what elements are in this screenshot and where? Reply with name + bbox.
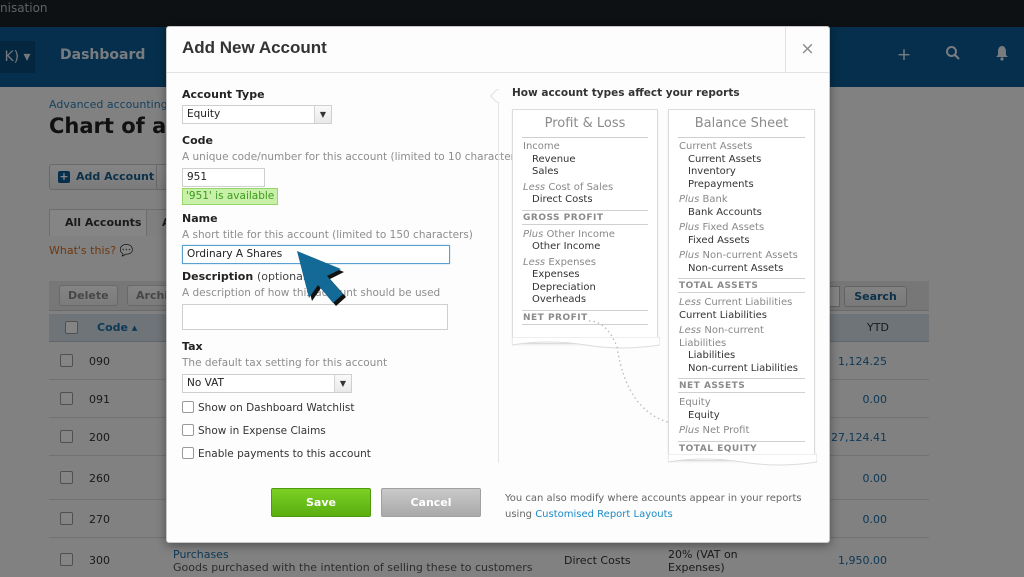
plus-prefix: Plus [679,222,700,233]
name-hint: A short title for this account (limited … [182,229,473,241]
pnl-overheads: Overheads [532,294,587,305]
pnl-direct-costs: Direct Costs [532,194,593,205]
pnl-cost-of-sales-heading: Less Cost of Sales [513,182,657,195]
enable-payments-checkbox[interactable]: Enable payments to this account [182,447,371,460]
bs-noncurrent-assets-heading: Plus Non-current Assets [669,250,814,263]
save-button[interactable]: Save [271,488,371,517]
profit-loss-card: Profit & Loss Income Revenue Sales Less … [512,109,660,349]
code-hint: A unique code/number for this account (l… [182,151,525,163]
pnl-gross-profit: GROSS PROFIT [522,209,648,225]
expense-claims-checkbox[interactable]: Show in Expense Claims [182,424,326,437]
bs-noncurrent-liabilities: Non-current Liabilities [688,362,799,374]
less-prefix: Less [523,256,546,268]
plus-prefix: Plus [679,250,700,261]
pnl-depreciation: Depreciation [532,281,596,293]
checkbox-box[interactable] [182,447,194,459]
pnl-sales: Sales [532,166,559,177]
torn-paper-edge [668,454,817,466]
bs-prepayments: Prepayments [688,178,754,190]
tax-select[interactable]: No VAT ▼ [182,374,352,393]
pnl-income-heading: Income [523,141,560,152]
cancel-button[interactable]: Cancel [381,488,481,517]
close-button[interactable]: × [785,27,829,73]
account-type-select[interactable]: Equity ▼ [182,105,332,124]
pnl-revenue: Revenue [532,153,576,165]
pnl-other-income-heading: Plus Other Income [513,229,657,242]
bs-noncurrent-liabilities-heading: Less Non-current Liabilities [669,325,814,350]
bs-liabilities: Liabilities [688,350,736,361]
bs-equity-heading: Equity [679,397,711,408]
profit-loss-title: Profit & Loss [522,110,648,138]
bs-fixed-assets: Fixed Assets [688,234,750,246]
footnote-text: You can also modify where accounts appea… [505,493,802,504]
balance-sheet-title: Balance Sheet [678,110,805,138]
report-layouts-note: You can also modify where accounts appea… [505,491,802,523]
code-label: Code [182,134,213,147]
expenses-text: Expenses [548,256,596,268]
bs-current-liabilities-heading: Less Current Liabilities [669,297,814,310]
tax-value: No VAT [187,377,224,389]
cost-of-sales-text: Cost of Sales [548,181,614,193]
bs-noncurrent-assets: Non-current Assets [688,262,784,274]
bs-net-assets: NET ASSETS [678,378,805,393]
code-availability-badge: '951' is available [182,188,279,205]
net-profit-text: Net Profit [702,425,750,436]
bs-inventory: Inventory [688,166,736,177]
pnl-expenses: Expenses [532,269,580,280]
chevron-down-icon: ▼ [334,375,351,392]
bs-fixed-assets-heading: Plus Fixed Assets [669,222,814,235]
bs-equity: Equity [688,409,720,421]
bs-current-liabilities: Current Liabilities [679,309,767,321]
bs-current-assets-heading: Current Assets [679,141,753,152]
callout-pointer [489,88,505,104]
account-type-label: Account Type [182,88,265,101]
footnote-line-2: using Customised Report Layouts [505,507,802,523]
bank-text: Bank [702,194,728,205]
pnl-expenses-heading: Less Expenses [513,257,657,270]
bs-net-profit: Plus Net Profit [669,425,814,438]
checkbox-box[interactable] [182,424,194,436]
dashboard-watchlist-checkbox[interactable]: Show on Dashboard Watchlist [182,401,355,414]
tax-hint: The default tax setting for this account [182,357,388,369]
checkbox-label: Show on Dashboard Watchlist [198,402,355,414]
close-icon: × [800,39,815,59]
plus-prefix: Plus [679,194,700,205]
bs-bank-accounts: Bank Accounts [688,206,762,218]
info-panel-title: How account types affect your reports [512,87,740,99]
checkbox-box[interactable] [182,401,194,413]
dialog-header: Add New Account × [167,27,829,73]
bs-total-assets: TOTAL ASSETS [678,278,805,293]
column-divider [498,89,499,463]
code-input[interactable]: 951 [182,168,265,187]
bs-bank-heading: Plus Bank [669,194,814,207]
balance-sheet-card: Balance Sheet Current Assets Current Ass… [668,109,817,466]
less-prefix: Less [523,181,546,193]
customised-report-layouts-link[interactable]: Customised Report Layouts [535,509,673,520]
description-label-text: Description [182,270,254,283]
mouse-cursor-icon [297,251,346,306]
dialog-title: Add New Account [182,38,327,57]
tax-label: Tax [182,340,203,353]
other-income-text: Other Income [546,228,615,240]
footnote-prefix: using [505,509,533,520]
account-type-value: Equity [187,108,221,120]
plus-prefix: Plus [679,425,700,436]
plus-prefix: Plus [523,228,544,240]
net-profit-connector-arrow [588,320,677,426]
less-prefix: Less [679,325,702,336]
fixed-assets-text: Fixed Assets [702,222,765,233]
less-prefix: Less [679,297,702,308]
pnl-other-income: Other Income [532,241,601,252]
checkbox-label: Show in Expense Claims [198,425,326,437]
name-label: Name [182,212,218,225]
noncurrent-assets-text: Non-current Assets [702,250,798,261]
current-liabilities-text: Current Liabilities [704,297,793,308]
bs-current-assets: Current Assets [688,153,762,165]
add-new-account-dialog: Add New Account × Account Type Equity ▼ … [166,26,830,543]
chevron-down-icon: ▼ [314,106,331,123]
checkbox-label: Enable payments to this account [198,448,371,460]
